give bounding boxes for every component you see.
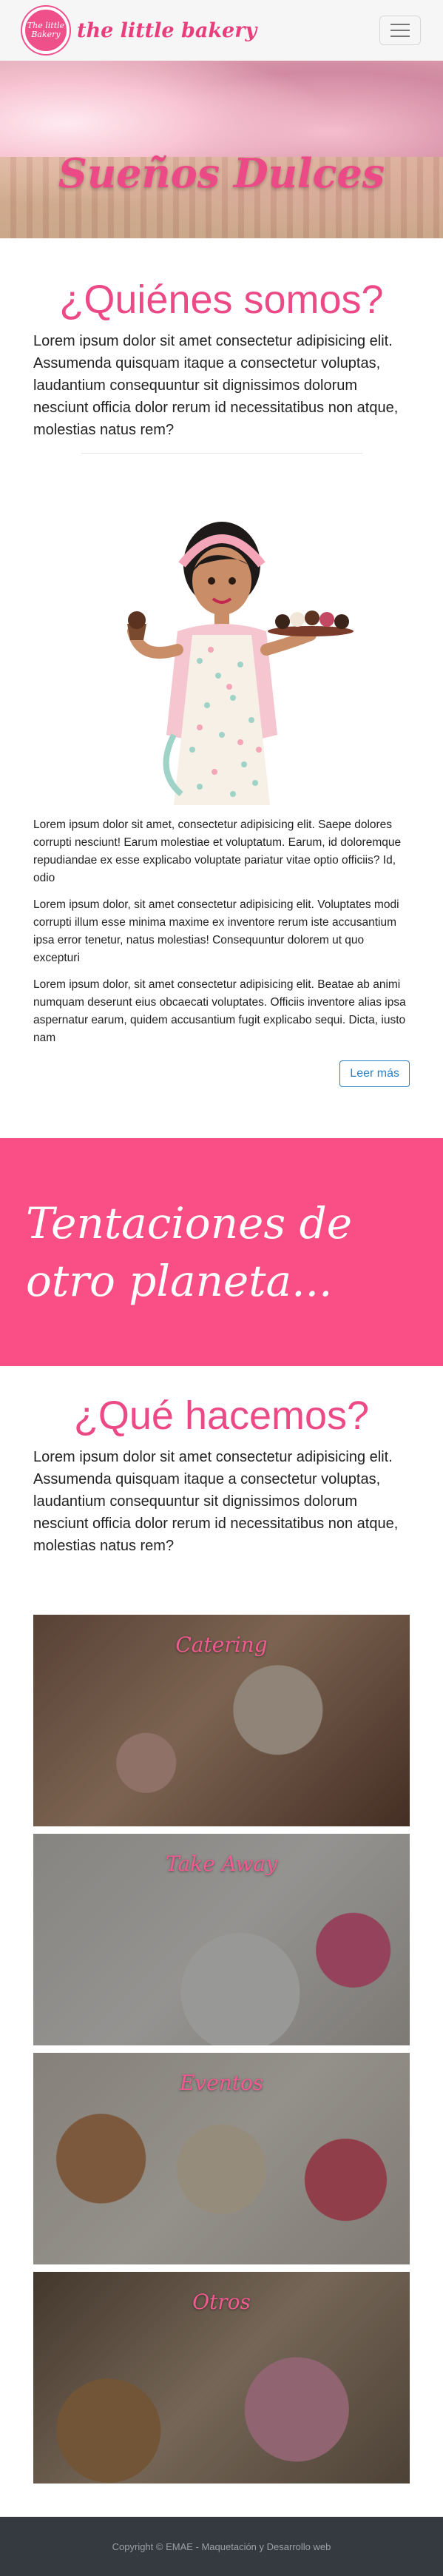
tagline-text: Tentaciones de otro planeta... (26, 1198, 353, 1306)
about-section: ¿Quiénes somos? Lorem ipsum dolor sit am… (0, 277, 443, 1087)
service-card-otros[interactable]: Otros (33, 2272, 410, 2483)
bakery-logo: The little Bakery (22, 7, 70, 54)
hero-banner: Sueños Dulces (0, 61, 443, 238)
service-card-catering[interactable]: Catering (33, 1615, 410, 1826)
navbar: The little Bakery the little bakery (0, 0, 443, 61)
brand-name: the little bakery (77, 19, 257, 42)
services-grid: Catering Take Away Eventos Otros (0, 1615, 443, 2483)
service-label: Take Away (165, 1852, 278, 1876)
service-card-take-away[interactable]: Take Away (33, 1834, 410, 2045)
services-intro-section: ¿Qué hacemos? Lorem ipsum dolor sit amet… (0, 1393, 443, 1557)
hamburger-menu-icon (390, 24, 410, 25)
about-paragraph: Lorem ipsum dolor, sit amet consectetur … (33, 898, 399, 964)
copyright-text: Copyright © EMAE - Maquetación y Desarro… (112, 2540, 331, 2552)
tagline-banner: Tentaciones de otro planeta... (0, 1138, 443, 1366)
divider (81, 453, 362, 454)
about-paragraph: Lorem ipsum dolor, sit amet consectetur … (33, 978, 406, 1044)
hero-title: Sueños Dulces (58, 149, 385, 197)
service-card-eventos[interactable]: Eventos (33, 2053, 410, 2264)
about-title: ¿Quiénes somos? (59, 278, 384, 322)
read-more-row: Leer más (33, 1060, 410, 1087)
service-label: Catering (175, 1632, 268, 1657)
services-lead: Lorem ipsum dolor sit amet consectetur a… (33, 1449, 399, 1554)
about-paragraph: Lorem ipsum dolor sit amet, consectetur … (33, 818, 402, 884)
about-lead: Lorem ipsum dolor sit amet consectetur a… (33, 333, 399, 438)
service-label: Eventos (179, 2071, 264, 2095)
brand-link[interactable]: The little Bakery the little bakery (22, 7, 257, 54)
service-label: Otros (192, 2290, 251, 2314)
read-more-button[interactable]: Leer más (339, 1060, 410, 1087)
baker-illustration (126, 522, 354, 805)
footer: Copyright © EMAE - Maquetación y Desarro… (0, 2517, 443, 2576)
about-paragraphs: Lorem ipsum dolor sit amet, consectetur … (33, 816, 410, 1047)
menu-toggle-button[interactable] (379, 16, 421, 45)
logo-text: The little Bakery (27, 21, 65, 39)
services-title: ¿Qué hacemos? (73, 1393, 370, 1438)
